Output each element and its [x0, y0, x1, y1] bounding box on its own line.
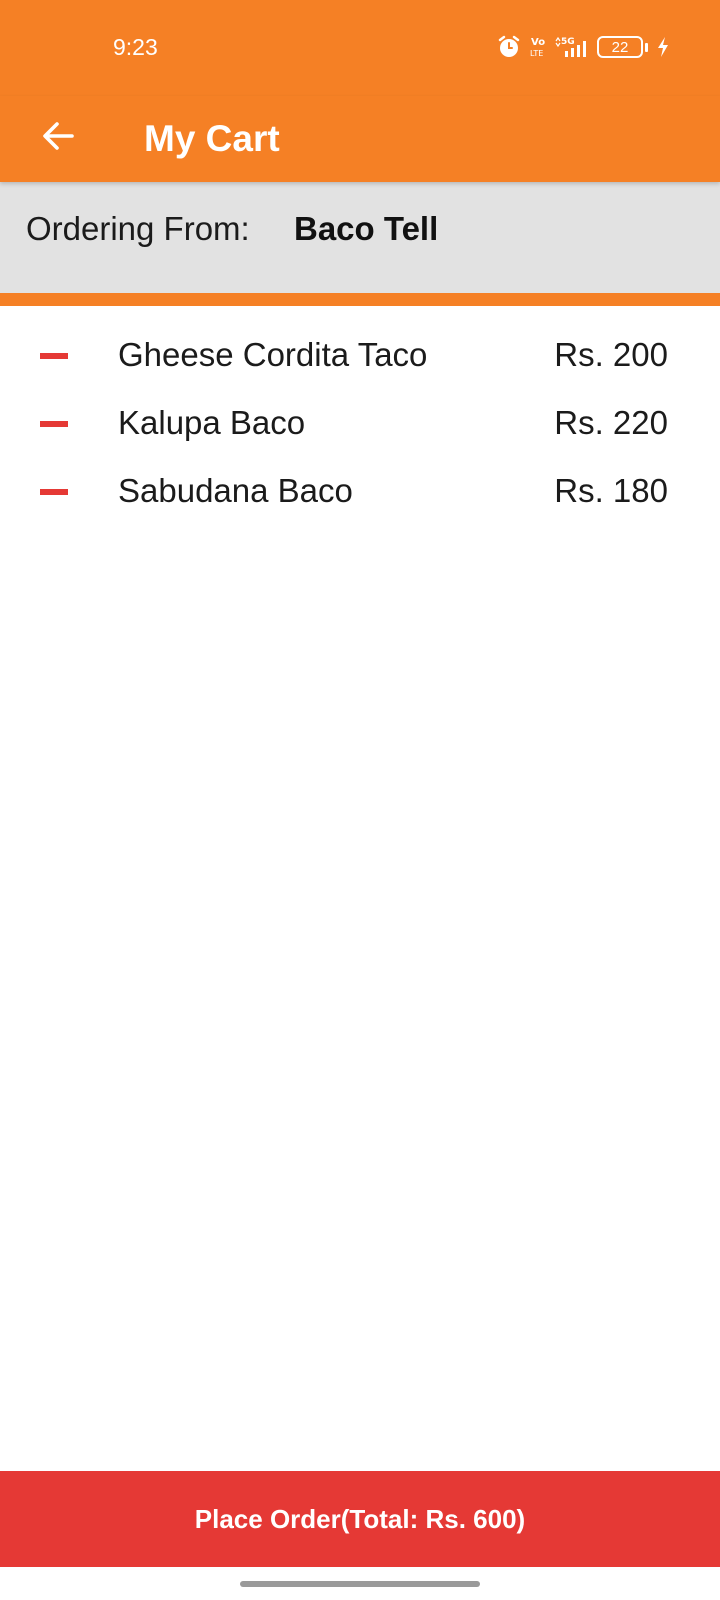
app-bar: My Cart — [0, 96, 720, 182]
charging-icon — [656, 36, 670, 58]
status-bar: 9:23 Vo LTE 5G 22 — [0, 0, 720, 96]
ordering-from-label: Ordering From: — [26, 210, 250, 247]
svg-text:5G: 5G — [561, 37, 575, 47]
remove-item-button[interactable] — [28, 404, 80, 444]
ordering-from-header: Ordering From: Baco Tell — [0, 182, 720, 306]
item-price: Rs. 180 — [554, 472, 668, 509]
signal-5g-icon: 5G — [555, 35, 589, 59]
restaurant-name: Baco Tell — [294, 210, 439, 247]
back-button[interactable] — [30, 110, 86, 166]
item-price: Rs. 220 — [554, 404, 668, 441]
item-name: Kalupa Baco — [118, 404, 306, 441]
battery-icon: 22 — [597, 36, 648, 58]
minus-icon — [40, 489, 68, 495]
item-name: Sabudana Baco — [118, 472, 353, 509]
item-price: Rs. 200 — [554, 336, 668, 373]
remove-item-button[interactable] — [28, 472, 80, 512]
page-title: My Cart — [144, 118, 280, 159]
minus-icon — [40, 421, 68, 427]
battery-level: 22 — [597, 36, 643, 58]
battery-cap — [645, 42, 648, 52]
status-time: 9:23 — [113, 34, 158, 60]
cart-item: Sabudana Baco Rs. 180 — [0, 458, 720, 526]
item-name: Gheese Cordita Taco — [118, 336, 428, 373]
arrow-back-icon — [40, 118, 76, 159]
remove-item-button[interactable] — [28, 336, 80, 376]
place-order-button[interactable]: Place Order(Total: Rs. 600) — [0, 1471, 720, 1567]
status-icons: Vo LTE 5G 22 — [497, 33, 670, 61]
alarm-icon — [497, 35, 521, 59]
minus-icon — [40, 353, 68, 359]
gesture-nav-handle[interactable] — [240, 1581, 480, 1587]
svg-text:LTE: LTE — [530, 49, 543, 58]
cart-list: Gheese Cordita Taco Rs. 200 Kalupa Baco … — [0, 322, 720, 526]
cart-item: Kalupa Baco Rs. 220 — [0, 390, 720, 458]
cart-item: Gheese Cordita Taco Rs. 200 — [0, 322, 720, 390]
volte-icon: Vo LTE — [529, 35, 547, 59]
svg-text:Vo: Vo — [531, 37, 545, 48]
